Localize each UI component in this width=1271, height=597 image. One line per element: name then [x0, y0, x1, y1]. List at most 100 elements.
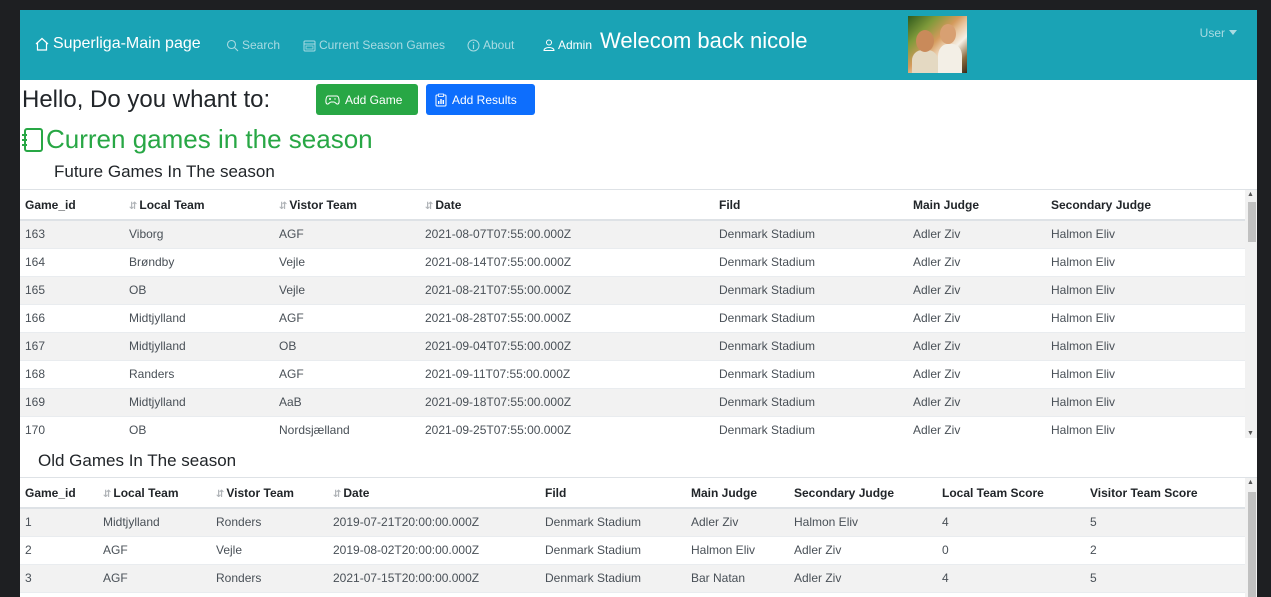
column-header[interactable]: Game_id	[20, 478, 98, 509]
table-cell: OB	[124, 416, 274, 438]
caret-down-icon	[1229, 30, 1237, 36]
add-results-label: Add Results	[452, 92, 517, 107]
future-table-scrollbar[interactable]: ▲ ▼	[1245, 190, 1257, 438]
nav-current-label: Current Season Games	[319, 38, 446, 52]
table-row[interactable]: 164 Brøndby Vejle 2021-08-14T07:55:00.000Z D…	[20, 248, 1245, 277]
table-cell: Halmon Eliv	[1046, 416, 1245, 438]
add-results-button[interactable]: Add Results	[426, 84, 535, 115]
column-header[interactable]: Fild	[714, 190, 908, 221]
table-cell: 3	[20, 564, 98, 593]
clipboard-chart-icon	[435, 93, 447, 107]
table-row[interactable]: 165 OB Vejle 2021-08-21T07:55:00.000Z Denmar…	[20, 276, 1245, 305]
column-header[interactable]: Fild	[540, 478, 686, 509]
table-cell: 163	[20, 220, 124, 249]
navbar: Superliga-Main page Search Current Seaso…	[20, 10, 1257, 80]
table-cell: 0	[937, 536, 1085, 565]
table-cell: 166	[20, 304, 124, 333]
table-row[interactable]: 169 Midtjylland AaB 2021-09-18T07:55:00.000…	[20, 388, 1245, 417]
table-cell: 2021-08-21T07:55:00.000Z	[420, 276, 714, 305]
table-cell: Midtjylland	[124, 388, 274, 417]
table-cell: 165	[20, 276, 124, 305]
table-cell: Adler Ziv	[686, 508, 789, 537]
column-header[interactable]: ⇵ Vistor Team	[274, 190, 420, 221]
journal-icon	[20, 127, 44, 153]
table-cell: Viborg	[124, 220, 274, 249]
table-cell: Denmark Stadium	[714, 220, 908, 249]
gamepad-icon	[325, 94, 340, 106]
table-cell: AGF	[274, 220, 420, 249]
table-cell: AGF	[98, 564, 211, 593]
table-cell: AaB	[274, 388, 420, 417]
column-header[interactable]: ⇵ Date	[420, 190, 714, 221]
column-header[interactable]: Secondary Judge	[789, 478, 937, 509]
table-cell: Brøndby	[124, 248, 274, 277]
sort-icon: ⇵	[129, 200, 138, 212]
old-games-table: Game_id ⇵ Local Team ⇵ Vistor Team ⇵ Date F…	[20, 477, 1257, 597]
old-table-scrollbar[interactable]: ▲	[1245, 478, 1257, 597]
column-header[interactable]: Local Team Score	[937, 478, 1085, 509]
column-header[interactable]: Game_id	[20, 190, 124, 221]
table-cell: 2021-09-04T07:55:00.000Z	[420, 332, 714, 361]
nav-about[interactable]: About	[467, 38, 514, 52]
column-header[interactable]: ⇵ Local Team	[98, 478, 211, 509]
table-row[interactable]: 166 Midtjylland AGF 2021-08-28T07:55:00.000…	[20, 304, 1245, 333]
table-cell: OB	[124, 276, 274, 305]
column-header[interactable]: ⇵ Vistor Team	[211, 478, 328, 509]
table-cell: Halmon Eliv	[1046, 360, 1245, 389]
sort-icon: ⇵	[103, 488, 112, 500]
table-cell: 170	[20, 416, 124, 438]
table-cell: 2021-09-25T07:55:00.000Z	[420, 416, 714, 438]
table-cell: AGF	[274, 304, 420, 333]
sort-icon: ⇵	[425, 200, 434, 212]
user-dropdown[interactable]: User	[1200, 26, 1237, 40]
table-row[interactable]: 170 OB Nordsjælland 2021-09-25T07:55:00.000…	[20, 416, 1245, 438]
add-game-button[interactable]: Add Game	[316, 84, 418, 115]
brand-link[interactable]: Superliga-Main page	[34, 35, 201, 53]
nav-admin[interactable]: Admin	[543, 38, 592, 52]
column-header[interactable]: Secondary Judge	[1046, 190, 1245, 221]
table-row[interactable]: 3 AGF Ronders 2021-07-15T20:00:00.000Z Denma…	[20, 564, 1245, 593]
table-cell: 2	[20, 536, 98, 565]
table-cell: Randers	[124, 360, 274, 389]
table-cell: Adler Ziv	[908, 332, 1046, 361]
table-cell: Denmark Stadium	[714, 248, 908, 277]
table-cell: AGF	[98, 536, 211, 565]
table-cell: Denmark Stadium	[714, 276, 908, 305]
table-row[interactable]: 163 Viborg AGF 2021-08-07T07:55:00.000Z Denm…	[20, 220, 1245, 249]
table-cell: Halmon Eliv	[1046, 304, 1245, 333]
old-games-title: Old Games In The season	[38, 451, 237, 470]
sort-icon: ⇵	[333, 488, 342, 500]
table-cell: 168	[20, 360, 124, 389]
table-cell: Denmark Stadium	[714, 304, 908, 333]
section-title-label: Curren games in the season	[46, 124, 373, 154]
nav-current-season[interactable]: Current Season Games	[303, 38, 445, 52]
info-icon	[467, 39, 480, 52]
sort-icon: ⇵	[216, 488, 225, 500]
welcome-message: Welecom back nicole	[600, 28, 808, 53]
column-header[interactable]: Main Judge	[686, 478, 789, 509]
nav-admin-label: Admin	[558, 38, 593, 52]
table-header-row: Game_id ⇵ Local Team ⇵ Vistor Team ⇵ Date F…	[20, 478, 1245, 509]
table-row[interactable]: 1 Midtjylland Ronders 2019-07-21T20:00:00.0…	[20, 508, 1245, 537]
table-cell: Halmon Eliv	[1046, 332, 1245, 361]
table-cell: Midtjylland	[124, 332, 274, 361]
table-cell: Denmark Stadium	[714, 416, 908, 438]
column-header[interactable]: ⇵ Local Team	[124, 190, 274, 221]
column-header[interactable]: ⇵ Date	[328, 478, 540, 509]
table-cell: 2021-08-14T07:55:00.000Z	[420, 248, 714, 277]
nav-search[interactable]: Search	[226, 38, 280, 52]
add-game-label: Add Game	[345, 92, 403, 107]
brand-label: Superliga-Main page	[53, 35, 201, 52]
search-icon	[226, 39, 239, 52]
column-header[interactable]: Visitor Team Score	[1085, 478, 1245, 509]
table-cell: Halmon Eliv	[1046, 220, 1245, 249]
table-cell: Adler Ziv	[908, 360, 1046, 389]
table-cell: Bar Natan	[686, 564, 789, 593]
table-row[interactable]: 168 Randers AGF 2021-09-11T07:55:00.000Z Den…	[20, 360, 1245, 389]
table-cell: 5	[1085, 508, 1245, 537]
column-header[interactable]: Main Judge	[908, 190, 1046, 221]
table-cell: Denmark Stadium	[714, 360, 908, 389]
table-cell: Midtjylland	[124, 304, 274, 333]
table-row[interactable]: 167 Midtjylland OB 2021-09-04T07:55:00.000Z…	[20, 332, 1245, 361]
table-row[interactable]: 2 AGF Vejle 2019-08-02T20:00:00.000Z Denmark…	[20, 536, 1245, 565]
